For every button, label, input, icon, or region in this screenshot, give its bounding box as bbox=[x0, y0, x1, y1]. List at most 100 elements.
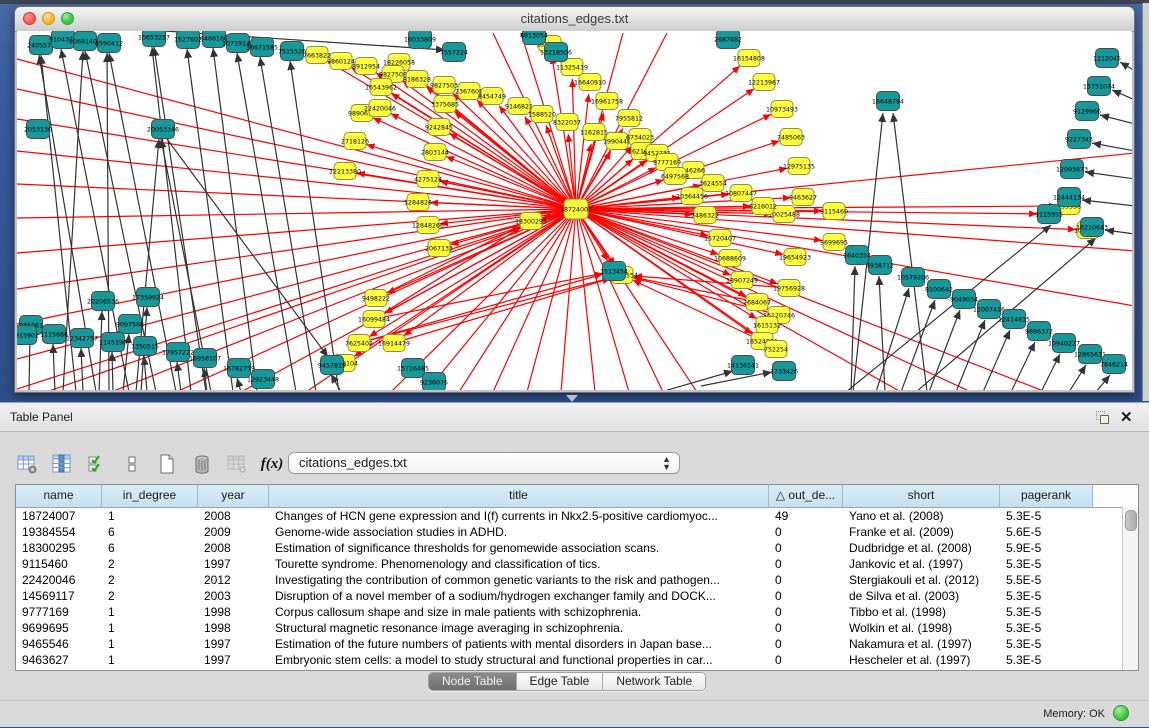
column-header[interactable]: year bbox=[198, 485, 269, 507]
table-row[interactable]: 946362711997Embryonic stem cells: a mode… bbox=[16, 652, 1138, 668]
table-row[interactable]: 1872400712008Changes of HCN gene express… bbox=[16, 508, 1138, 524]
graph-node-label: 9227343 bbox=[1065, 136, 1093, 143]
close-panel-icon[interactable]: ✕ bbox=[1120, 408, 1133, 426]
graph-node-label: 12975135 bbox=[783, 163, 815, 170]
graph-node-label: 1284826 bbox=[404, 199, 432, 206]
delete-button[interactable] bbox=[189, 451, 215, 477]
graph-node-label: 7846214 bbox=[1100, 361, 1128, 368]
graph-node-label: 15716485 bbox=[397, 365, 429, 372]
table-row[interactable]: 1938455462009Genome-wide association stu… bbox=[16, 524, 1138, 540]
table-gear-icon bbox=[16, 453, 38, 475]
graph-node-label: 1527602 bbox=[174, 36, 202, 43]
new-document-icon bbox=[156, 453, 178, 475]
graph-node-label: 7485063 bbox=[777, 134, 805, 141]
function-builder-button[interactable]: f(x) bbox=[259, 451, 285, 477]
graph-node-label: 12444134 bbox=[1053, 194, 1085, 201]
select-column-icon bbox=[51, 453, 73, 475]
column-header-filler bbox=[1093, 485, 1138, 507]
graph-node-label: 15720407 bbox=[704, 235, 736, 242]
graph-node-label: 8100642 bbox=[925, 286, 953, 293]
graph-node-label: 16543962 bbox=[365, 84, 397, 91]
column-header[interactable]: in_degree bbox=[102, 485, 198, 507]
table-row[interactable]: 969969511998Structural magnetic resonanc… bbox=[16, 620, 1138, 636]
graph-node-label: 10940227 bbox=[1048, 340, 1080, 347]
graph-node-label: 14136141 bbox=[727, 362, 759, 369]
graph-node-label: 1513454 bbox=[600, 268, 628, 275]
network-canvas[interactable]: 1872400798601248912954182260589827508165… bbox=[17, 31, 1132, 390]
table-row[interactable]: 911546021997Tourette syndrome. Phenomeno… bbox=[16, 556, 1138, 572]
graph-node-label: 9498222 bbox=[362, 295, 390, 302]
graph-node-label: 19654923 bbox=[779, 254, 811, 261]
table-tabs: Node TableEdge TableNetwork Table bbox=[428, 672, 706, 691]
combo-stepper-icon: ▲▼ bbox=[662, 455, 671, 471]
column-header[interactable]: pagerank bbox=[1000, 485, 1093, 507]
delete-table-button[interactable] bbox=[224, 451, 250, 477]
graph-node-label: 9860124 bbox=[327, 58, 355, 65]
table-scrollbar[interactable] bbox=[1122, 507, 1138, 670]
new-table-button[interactable] bbox=[154, 451, 180, 477]
split-pane-grip[interactable] bbox=[566, 395, 578, 402]
graph-node-label: 1588520 bbox=[528, 111, 556, 118]
window-titlebar[interactable]: citations_edges.txt bbox=[15, 7, 1134, 32]
node-table: namein_degreeyeartitle△ out_de...shortpa… bbox=[15, 484, 1139, 671]
float-panel-icon[interactable] bbox=[1096, 411, 1111, 426]
graph-node-label: 8813054 bbox=[520, 32, 548, 39]
column-header[interactable]: short bbox=[843, 485, 1000, 507]
graph-node-label: 9115955 bbox=[1035, 211, 1063, 218]
table-row[interactable]: 1830029562008Estimation of significance … bbox=[16, 540, 1138, 556]
graph-node-label: 3624554 bbox=[699, 180, 727, 187]
graph-node-label: 6497568 bbox=[661, 173, 689, 180]
graph-node-label: 20053346 bbox=[147, 126, 179, 133]
top-edge-strip bbox=[0, 0, 1149, 4]
graph-node-label: 1162815 bbox=[580, 129, 608, 136]
graph-node-label: 12414815 bbox=[998, 316, 1030, 323]
graph-node-label: 9236075 bbox=[420, 379, 448, 386]
graph-node-label: 9457819 bbox=[318, 362, 346, 369]
window-title: citations_edges.txt bbox=[15, 11, 1134, 26]
graph-node-label: 15751074 bbox=[1083, 83, 1115, 90]
network-canvas-svg[interactable]: 1872400798601248912954182260589827508165… bbox=[17, 31, 1132, 390]
graph-node-label: 2053130 bbox=[24, 126, 52, 133]
column-pair-button[interactable] bbox=[119, 451, 145, 477]
graph-node-label: 17359924 bbox=[132, 294, 164, 301]
stacked-cells-icon bbox=[121, 453, 143, 475]
show-columns-button[interactable] bbox=[49, 451, 75, 477]
table-row[interactable]: 1456911722003Disruption of a novel membe… bbox=[16, 588, 1138, 604]
graph-node-label: 8322037 bbox=[553, 119, 581, 126]
tab-network-table[interactable]: Network Table bbox=[603, 673, 705, 690]
graph-node-label: 1115686 bbox=[40, 331, 68, 338]
network-file-select[interactable]: citations_edges.txt ▲▼ bbox=[288, 452, 680, 474]
checklist-icon bbox=[86, 453, 108, 475]
graph-node-label: 1145190 bbox=[99, 339, 127, 346]
graph-node-label: 12213380 bbox=[329, 168, 361, 175]
table-panel-header: Table Panel ✕ bbox=[0, 402, 1149, 432]
graph-node-label: 1615132 bbox=[753, 322, 781, 329]
graph-node-label: 8216012 bbox=[749, 203, 777, 210]
table-header-row: namein_degreeyeartitle△ out_de...shortpa… bbox=[16, 485, 1138, 508]
select-rows-button[interactable] bbox=[84, 451, 110, 477]
graph-node-label: 9115460 bbox=[820, 208, 848, 215]
graph-node-label: 8590412 bbox=[95, 40, 123, 47]
column-header[interactable]: title bbox=[269, 485, 769, 507]
tab-node-table[interactable]: Node Table bbox=[429, 673, 517, 690]
graph-node-label: 9242845 bbox=[425, 124, 453, 131]
table-settings-button[interactable] bbox=[14, 451, 40, 477]
column-header[interactable]: name bbox=[16, 485, 102, 507]
table-scrollbar-thumb[interactable] bbox=[1125, 510, 1137, 531]
status-bar: Memory: OK bbox=[0, 700, 1149, 728]
graph-node-label: 2803144 bbox=[421, 149, 449, 156]
table-row[interactable]: 2242004622012Investigating the contribut… bbox=[16, 572, 1138, 588]
table-row[interactable]: 977716911998Corpus callosum shape and si… bbox=[16, 604, 1138, 620]
graph-node-label: 12923448 bbox=[247, 376, 279, 383]
fx-icon: f(x) bbox=[261, 456, 284, 473]
graph-node-label: 18300295 bbox=[515, 218, 547, 225]
network-window: citations_edges.txt 18724007986012489129… bbox=[14, 6, 1135, 393]
graph-node-label: 9463627 bbox=[789, 194, 817, 201]
graph-node-label: 16033809 bbox=[404, 36, 436, 43]
column-header[interactable]: △ out_de... bbox=[769, 485, 843, 507]
table-row[interactable]: 946554611997Estimation of the future num… bbox=[16, 636, 1138, 652]
graph-node-label: 16099484 bbox=[358, 316, 390, 323]
graph-node-label: 12093873 bbox=[1056, 166, 1088, 173]
tab-edge-table[interactable]: Edge Table bbox=[517, 673, 604, 690]
graph-node-label: 7663822 bbox=[303, 52, 331, 59]
